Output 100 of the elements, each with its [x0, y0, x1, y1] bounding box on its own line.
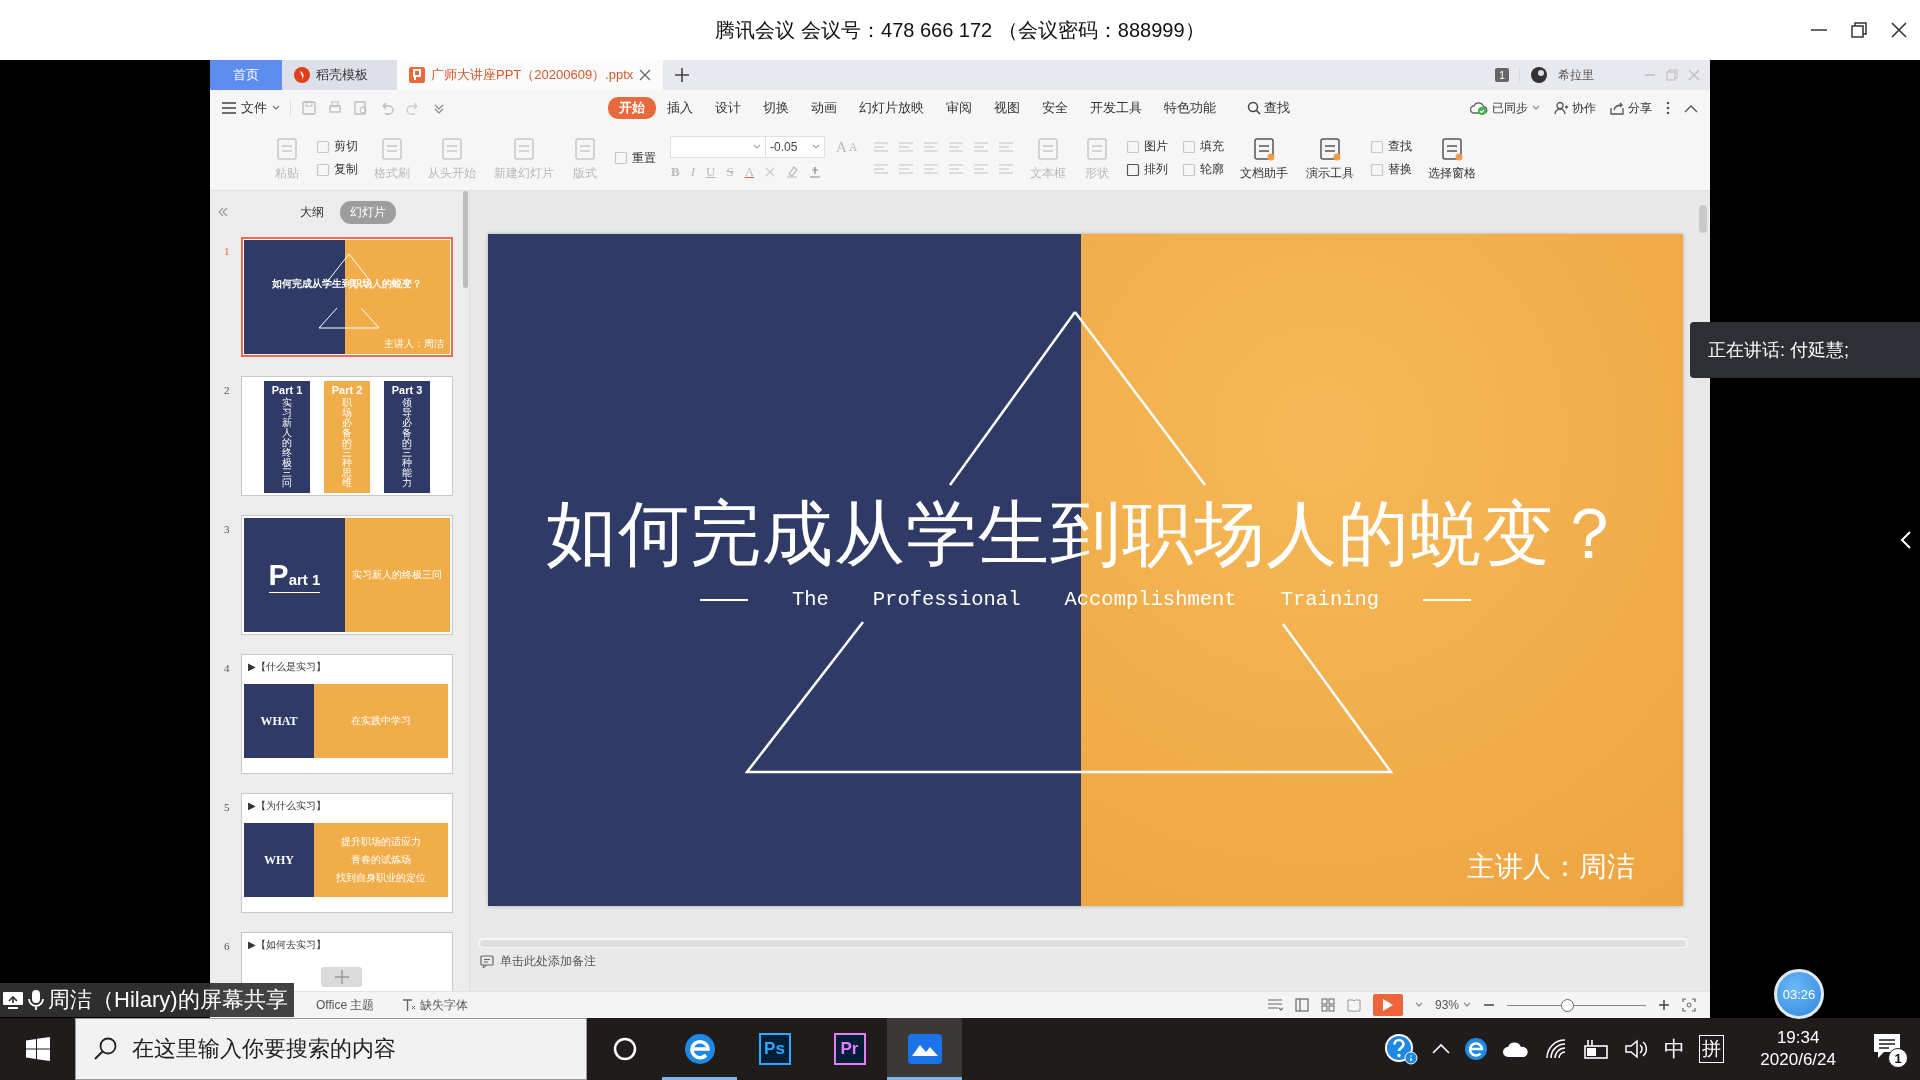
ring-icon[interactable] — [612, 1037, 637, 1061]
part-label: Part 3 — [391, 384, 423, 396]
part-title: 领导必备的三种能力 — [402, 398, 412, 488]
menu-icon — [222, 102, 236, 114]
menu-tab[interactable]: 视图 — [983, 97, 1031, 119]
clock-time: 19:34 — [1776, 1027, 1820, 1049]
close-icon[interactable] — [639, 69, 652, 81]
menu-tab[interactable]: 切换 — [752, 97, 800, 119]
part-title: 职场必备的三种思维 — [342, 398, 352, 488]
speaker-name: 主讲人：周洁 — [1467, 850, 1635, 884]
scrollbar[interactable] — [463, 191, 468, 288]
add-slide-button[interactable] — [321, 967, 362, 987]
menu-tab[interactable]: 安全 — [1031, 97, 1079, 119]
menu-tab[interactable]: 插入 — [656, 97, 704, 119]
user-name: 希拉里 — [1558, 66, 1594, 84]
search-bar[interactable]: 在这里输入你要搜索的内容 — [75, 1018, 587, 1080]
ribbon-button[interactable]: 文档助手 — [1237, 135, 1290, 181]
search-button[interactable]: 查找 — [1241, 98, 1296, 118]
ribbon-button[interactable]: 演示工具 — [1303, 135, 1356, 181]
clock[interactable]: 19:34 2020/6/24 — [1760, 1027, 1836, 1071]
app-button[interactable]: Pr — [833, 1033, 866, 1065]
restore-icon[interactable] — [1850, 21, 1868, 39]
slide-number: 2 — [224, 383, 231, 396]
slide-thumbnail[interactable]: Part 1 实习新人的终极三问 — [241, 515, 453, 635]
document-tab[interactable]: 稻壳模板 — [282, 60, 397, 90]
menu-tab[interactable]: 审阅 — [935, 97, 983, 119]
caret-icon[interactable] — [1414, 1001, 1423, 1009]
plus-icon[interactable] — [675, 68, 690, 82]
grid-view-icon[interactable] — [1320, 998, 1335, 1012]
square-icon — [1181, 139, 1196, 154]
app-button[interactable]: Ps — [758, 1033, 791, 1065]
circle-logo-icon[interactable] — [1464, 1037, 1489, 1061]
input-method-button[interactable]: 拼 — [1699, 1035, 1725, 1063]
taskbar-app[interactable] — [887, 1018, 962, 1080]
avatar-icon[interactable] — [1530, 66, 1548, 84]
font-name-field[interactable] — [670, 136, 765, 158]
search-field[interactable]: 在这里输入你要搜索的内容 — [132, 1036, 572, 1062]
menu-tab[interactable]: 特色功能 — [1153, 97, 1227, 119]
play-icon — [1382, 999, 1393, 1011]
list-icon[interactable] — [1266, 998, 1283, 1012]
file-menu[interactable]: 文件 — [222, 99, 280, 117]
slide-header: ▶【什么是实习】 — [247, 660, 327, 674]
normal-view-icon[interactable] — [1294, 998, 1309, 1012]
panel-tab[interactable]: 大纲 — [290, 200, 334, 224]
slider-thumb[interactable] — [1560, 998, 1574, 1012]
plus-icon — [334, 970, 349, 984]
menu-tab[interactable]: 动画 — [800, 97, 848, 119]
window-panes-icon[interactable] — [25, 1037, 50, 1061]
taskbar-app[interactable]: Ps — [737, 1018, 812, 1080]
zoom-dropdown[interactable]: 93% — [1434, 998, 1471, 1012]
font-size-field[interactable]: -0.05 — [765, 136, 825, 158]
slide-thumbnail[interactable]: Part 1 实习新人的终极三问 Part 2 职场必备的三种思维 Part 3 领导必备的三种能力 — [241, 376, 453, 496]
more-icon[interactable] — [1666, 101, 1670, 115]
plus-icon[interactable] — [1658, 999, 1670, 1011]
document-tab[interactable]: 广师大讲座PPT（20200609）.pptx — [397, 60, 664, 90]
note-icon — [480, 954, 494, 968]
square-icon — [1369, 162, 1384, 177]
subtitle-word: Professional — [872, 588, 1021, 611]
collapse-icon[interactable] — [218, 207, 228, 217]
slide-header: ▶【如何去实习】 — [247, 938, 327, 952]
scrollbar[interactable] — [1699, 205, 1707, 233]
menu-tab[interactable]: 幻灯片放映 — [848, 97, 935, 119]
sync-button[interactable]: 已同步 — [1470, 99, 1540, 117]
mountain-logo-icon[interactable] — [907, 1034, 942, 1064]
printer-icon[interactable] — [327, 100, 343, 116]
circle-logo-icon[interactable] — [683, 1033, 716, 1065]
cloud-icon[interactable] — [1502, 1040, 1531, 1058]
slide-number: 6 — [224, 939, 231, 952]
help-icon[interactable] — [1384, 1033, 1419, 1065]
chevron-left-icon[interactable] — [1900, 530, 1912, 550]
scrollbar[interactable] — [478, 938, 1688, 948]
save-icon[interactable] — [301, 100, 317, 116]
text-effect-icon[interactable] — [808, 165, 823, 179]
clock-date: 2020/6/24 — [1760, 1049, 1836, 1071]
eraser-icon[interactable] — [785, 165, 800, 179]
share-button[interactable]: 分享 — [1610, 99, 1652, 117]
slide-thumbnail[interactable]: ▶【什么是实习】 WHAT 在实践中学习 — [241, 654, 453, 774]
missing-fonts-button[interactable]: 缺失字体 — [402, 996, 469, 1014]
slide-thumbnail[interactable]: ▶【为什么实习】 WHY 提升职场的适应力 青春的试炼场 找到自身职业的定位 — [241, 793, 453, 913]
collab-button[interactable]: 协作 — [1554, 99, 1596, 117]
document-icon — [274, 135, 300, 162]
notes-field[interactable]: 单击此处添加备注 — [500, 954, 700, 968]
share-icon — [1610, 101, 1624, 115]
meeting-title: 腾讯会议 会议号：478 666 172 （会议密码：888999） — [715, 17, 1205, 43]
menu-tab[interactable]: 开发工具 — [1079, 97, 1153, 119]
play-button[interactable] — [1372, 994, 1403, 1016]
dash-line — [699, 597, 748, 602]
square-icon — [1125, 162, 1140, 177]
input-mode-button[interactable]: 中 — [1664, 1035, 1686, 1063]
battery-icon[interactable] — [1582, 1038, 1611, 1060]
preview-icon[interactable] — [353, 100, 369, 116]
menu-tab[interactable]: 设计 — [704, 97, 752, 119]
close-icon[interactable] — [1890, 21, 1908, 39]
taskbar-app[interactable]: Pr — [812, 1018, 887, 1080]
fit-icon[interactable] — [1682, 998, 1696, 1012]
ribbon-button[interactable]: 排列 — [1125, 162, 1168, 177]
chevron-up-icon[interactable] — [1684, 103, 1698, 113]
ribbon-button[interactable]: 选择窗格 — [1425, 135, 1478, 181]
presentation-icon — [409, 67, 425, 83]
book-icon[interactable] — [1346, 998, 1361, 1012]
